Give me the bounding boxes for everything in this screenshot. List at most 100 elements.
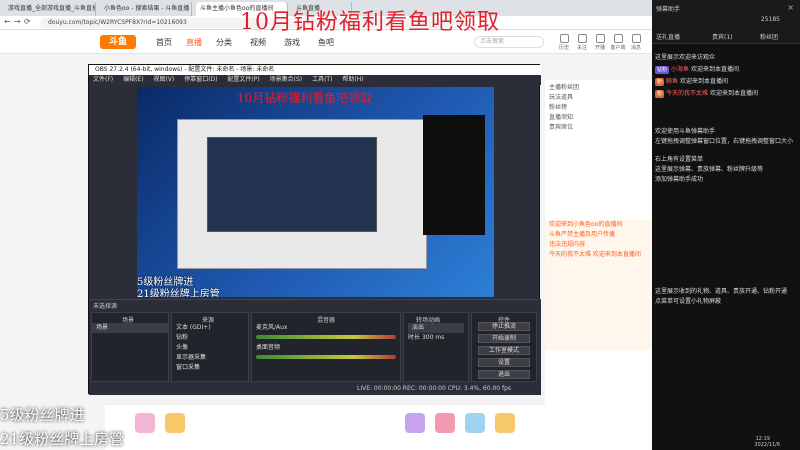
transition-select[interactable]: 淡出 bbox=[408, 323, 464, 333]
obs-menu-item[interactable]: 帮助(H) bbox=[342, 76, 363, 83]
nav-item[interactable]: 游戏 bbox=[284, 37, 300, 48]
client-icon[interactable]: 客户端 bbox=[610, 34, 626, 51]
like-count: 25185 bbox=[760, 16, 780, 23]
gift-icon[interactable] bbox=[165, 413, 185, 433]
obs-docks: 未选择源 场景 场景 来源 文本 (GDI+) 钻粉 头像 显示器采集 窗口采集… bbox=[89, 299, 541, 395]
chat-title: 弹幕助手 bbox=[656, 6, 681, 13]
site-search-input[interactable]: 点击搜索 bbox=[474, 36, 544, 48]
studio-mode-button[interactable]: 工作室模式 bbox=[478, 346, 530, 355]
gift-icon[interactable] bbox=[405, 413, 425, 433]
browser-tab[interactable]: 小鱼色oo - 搜索结果 - 斗鱼直播 bbox=[100, 2, 192, 16]
scene-item[interactable]: 场景 bbox=[92, 323, 168, 333]
chat-line: 左键拖拽调整弹幕窗口位置，右键拖拽调整窗口大小 bbox=[655, 138, 794, 145]
source-item[interactable]: 钻粉 bbox=[172, 333, 248, 343]
mixer-volume-slider[interactable] bbox=[256, 355, 396, 359]
nav-item[interactable]: 鱼吧 bbox=[318, 37, 334, 48]
obs-status-bar: LIVE: 00:00:00 REC: 00:00:00 CPU: 3.4%, … bbox=[357, 385, 512, 392]
dock-title: 场景 bbox=[122, 317, 135, 324]
chat-title-bar: 弹幕助手 × 25185 bbox=[652, 0, 800, 28]
dock-title: 混音器 bbox=[317, 317, 336, 324]
chat-username: 小海鱼 bbox=[671, 66, 690, 73]
side-panel-row[interactable]: 主播粉丝团 bbox=[545, 80, 652, 90]
chat-line: 添加弹幕助手成功 bbox=[655, 176, 704, 183]
controls-dock: 控件 停止推流 开始录制 工作室模式 设置 退出 bbox=[471, 312, 537, 382]
chat-username: 今天的我不太难 bbox=[666, 90, 709, 97]
obs-menu-item[interactable]: 工具(T) bbox=[312, 76, 332, 83]
chat-username: 鲸鱼 bbox=[666, 78, 679, 85]
scenes-dock: 场景 场景 bbox=[91, 312, 169, 382]
history-icon[interactable]: 历史 bbox=[556, 34, 572, 51]
chat-line: 右上角有设置菜单 bbox=[655, 156, 704, 163]
side-panel-row[interactable]: 直播须知 bbox=[545, 110, 652, 120]
room-chat-line: 欢迎来到小鱼色oo的直播间 bbox=[549, 221, 623, 228]
gift-icon[interactable] bbox=[135, 413, 155, 433]
chat-tab[interactable]: 粉丝团 bbox=[760, 32, 778, 41]
source-item[interactable]: 窗口采集 bbox=[172, 363, 248, 373]
follow-icon[interactable]: 关注 bbox=[574, 34, 590, 51]
obs-menu-item[interactable]: 文件(F) bbox=[93, 76, 113, 83]
mixer-volume-slider[interactable] bbox=[256, 335, 396, 339]
reload-icon[interactable]: ⟳ bbox=[24, 17, 31, 26]
mixer-track-label: 麦克风/Aux bbox=[256, 324, 288, 331]
nav-item[interactable]: 分类 bbox=[216, 37, 232, 48]
transitions-dock: 转场动画 淡出 时长 300 ms bbox=[403, 312, 469, 382]
preview-fan-label: 21级粉丝牌上房管 bbox=[137, 289, 220, 297]
start-recording-button[interactable]: 开始录制 bbox=[478, 334, 530, 343]
source-item[interactable]: 头像 bbox=[172, 343, 248, 353]
fan-badge: 粉 bbox=[655, 90, 665, 98]
obs-preview[interactable]: 10月钻粉福利看鱼吧领取 5级粉丝牌进 21级粉丝牌上房管 bbox=[137, 87, 494, 297]
side-panel-row[interactable]: 粉丝榜 bbox=[545, 100, 652, 110]
message-icon[interactable]: 消息 bbox=[628, 34, 644, 51]
chat-line: 这里展示弹幕、贵族弹幕、粉丝牌升级等 bbox=[655, 166, 764, 173]
chat-line: 欢迎使用斗鱼弹幕助手 bbox=[655, 128, 716, 135]
taskbar-clock: 12:19 2022/11/6 bbox=[652, 436, 800, 450]
gift-icon[interactable] bbox=[465, 413, 485, 433]
source-item[interactable]: 文本 (GDI+) bbox=[172, 323, 248, 333]
obs-title-bar[interactable]: OBS 27.2.4 (64-bit, windows) - 配置文件: 未命名… bbox=[89, 65, 541, 75]
obs-menu-item[interactable]: 编辑(E) bbox=[123, 76, 143, 83]
side-panel-row[interactable]: 玩法道具 bbox=[545, 90, 652, 100]
nav-item[interactable]: 视频 bbox=[250, 37, 266, 48]
chat-tab[interactable]: 贵宾(1) bbox=[712, 32, 733, 41]
obs-menu-item[interactable]: 视图(V) bbox=[153, 76, 174, 83]
chat-tabs: 送礼直播 贵宾(1) 粉丝团 bbox=[652, 28, 800, 44]
gift-icon[interactable] bbox=[435, 413, 455, 433]
room-chat-line: 违法违规内容 bbox=[549, 241, 586, 248]
gift-bar bbox=[105, 404, 545, 450]
side-panel-row[interactable]: 贵宾席位 bbox=[545, 120, 652, 130]
douyu-logo[interactable]: 斗鱼 bbox=[100, 35, 136, 49]
browser-tab[interactable]: 游戏直播_全部游戏直播_斗鱼直播 bbox=[4, 2, 96, 16]
danmaku-assistant-window: 弹幕助手 × 25185 送礼直播 贵宾(1) 粉丝团 这里展示欢迎来访观众 钻… bbox=[652, 0, 800, 436]
fan-badge-overlay: 21级粉丝牌上房管 bbox=[0, 430, 125, 448]
chat-line: 点菜单可设置小礼物屏蔽 bbox=[655, 298, 722, 305]
overlay-title: 10月钻粉福利看鱼吧领取 bbox=[240, 10, 500, 35]
nested-chat-window bbox=[423, 115, 485, 235]
preview-overlay-title: 10月钻粉福利看鱼吧领取 bbox=[237, 91, 373, 105]
nested-obs-window bbox=[207, 137, 377, 232]
broadcast-icon[interactable]: 开播 bbox=[592, 34, 608, 51]
chat-tab[interactable]: 送礼直播 bbox=[656, 32, 680, 41]
fan-badge-overlay: 5级粉丝牌进 bbox=[0, 406, 85, 424]
obs-menu-item[interactable]: 场景集合(S) bbox=[270, 76, 303, 83]
chat-line: 钻粉 小海鱼 欢迎来到本直播间 bbox=[655, 66, 740, 74]
source-item[interactable]: 显示器采集 bbox=[172, 353, 248, 363]
obs-menu-item[interactable]: 停靠窗口(D) bbox=[184, 76, 217, 83]
duration-field[interactable]: 时长 300 ms bbox=[404, 333, 468, 343]
nav-item[interactable]: 首页 bbox=[156, 37, 172, 48]
exit-button[interactable]: 退出 bbox=[478, 370, 530, 379]
close-icon[interactable]: × bbox=[787, 3, 794, 12]
gift-icon[interactable] bbox=[495, 413, 515, 433]
room-chat-line: 斗鱼严禁主播及用户传播 bbox=[549, 231, 616, 238]
dock-title: 转场动画 bbox=[416, 317, 441, 324]
obs-menu-item[interactable]: 配置文件(P) bbox=[227, 76, 259, 83]
nav-item-live[interactable]: 直播 bbox=[186, 37, 202, 48]
mixer-dock: 混音器 麦克风/Aux 桌面音频 bbox=[251, 312, 401, 382]
clock-date: 2022/11/6 bbox=[754, 442, 780, 448]
room-chat-line: 今天的我不太难 欢迎来到本直播间 bbox=[549, 251, 641, 258]
dock-title: 来源 bbox=[202, 317, 215, 324]
back-icon[interactable]: ← bbox=[4, 17, 11, 26]
fan-badge: 粉 bbox=[655, 78, 665, 86]
settings-button[interactable]: 设置 bbox=[478, 358, 530, 367]
chat-line: 这里展示收到的礼物、道具、贵族开通、钻粉开通 bbox=[655, 288, 788, 295]
forward-icon[interactable]: → bbox=[14, 17, 21, 26]
